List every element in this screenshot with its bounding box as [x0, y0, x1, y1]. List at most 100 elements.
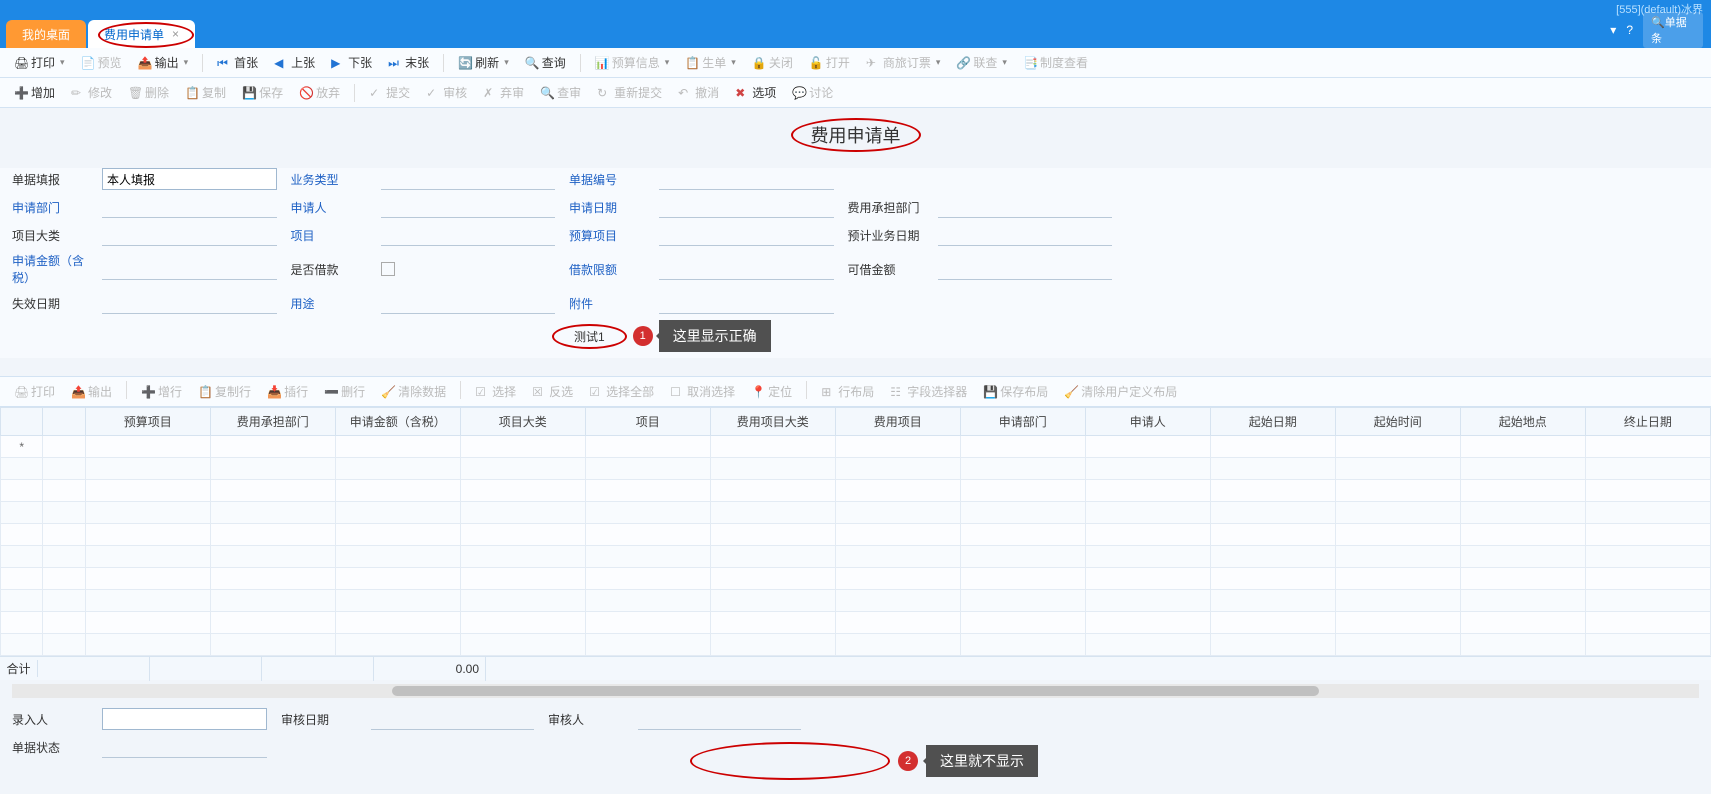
dropdown-icon[interactable]: ▾: [1610, 23, 1616, 37]
form-input[interactable]: [381, 196, 556, 218]
gt-item-3: ➕增行: [135, 381, 188, 402]
table-row[interactable]: [1, 502, 1711, 524]
annotation-badge: 1: [633, 326, 653, 346]
column-header[interactable]: 起始时间: [1335, 408, 1460, 436]
form-label[interactable]: 单据编号: [569, 171, 659, 188]
form-label[interactable]: 申请日期: [569, 199, 659, 216]
toolbar-icon: 💬: [792, 86, 806, 100]
toolbar-icon: 🚫: [299, 86, 313, 100]
form-input[interactable]: [938, 258, 1113, 280]
form-input[interactable]: [102, 224, 277, 246]
column-header[interactable]: 起始日期: [1210, 408, 1335, 436]
form-label[interactable]: 项目: [291, 227, 381, 244]
form-label[interactable]: 业务类型: [291, 171, 381, 188]
form-input[interactable]: [381, 224, 556, 246]
horizontal-scrollbar[interactable]: [12, 684, 1699, 698]
tb1-item-4[interactable]: ⏮首张: [211, 52, 264, 73]
table-row[interactable]: [1, 524, 1711, 546]
column-header[interactable]: 申请部门: [960, 408, 1085, 436]
form-input[interactable]: [659, 224, 834, 246]
form-input[interactable]: [102, 168, 277, 190]
gt-item-16: ☷字段选择器: [884, 381, 973, 402]
toolbar-icon: 📥: [267, 385, 281, 399]
tb2-item-0[interactable]: ➕增加: [8, 82, 61, 103]
tb1-item-6[interactable]: ▶下张: [325, 52, 378, 73]
form-row: 附件: [569, 292, 834, 314]
table-row[interactable]: [1, 458, 1711, 480]
column-header[interactable]: 费用项目: [835, 408, 960, 436]
column-header[interactable]: 申请人: [1085, 408, 1210, 436]
form-input[interactable]: [102, 258, 277, 280]
table-row[interactable]: [1, 546, 1711, 568]
form-input[interactable]: [659, 168, 834, 190]
form-input[interactable]: [938, 224, 1113, 246]
scrollbar-thumb[interactable]: [392, 686, 1320, 696]
grid-toolbar: 🖨打印📤输出➕增行📋复制行📥插行➖删行🧹清除数据☑选择☒反选☑选择全部☐取消选择…: [0, 376, 1711, 407]
column-header[interactable]: 费用项目大类: [710, 408, 835, 436]
form-input[interactable]: [102, 196, 277, 218]
annotation-badge-2: 2: [898, 751, 918, 771]
tb1-item-2[interactable]: 📤输出: [132, 52, 195, 73]
form-label[interactable]: 预算项目: [569, 227, 659, 244]
table-row[interactable]: *: [1, 436, 1711, 458]
tb1-item-0[interactable]: 🖨打印: [8, 52, 71, 73]
form-label[interactable]: 附件: [569, 295, 659, 312]
table-row[interactable]: [1, 480, 1711, 502]
help-icon[interactable]: ?: [1626, 23, 1633, 37]
tb1-item-7[interactable]: ⏭末张: [382, 52, 435, 73]
form-input[interactable]: [659, 292, 834, 314]
form-input[interactable]: [371, 708, 534, 730]
global-search[interactable]: 🔍单据条: [1643, 12, 1703, 48]
tb1-item-5[interactable]: ◀上张: [268, 52, 321, 73]
table-row[interactable]: [1, 634, 1711, 656]
form-row: 可借金额: [848, 252, 1113, 286]
form-row: 费用承担部门: [848, 196, 1113, 218]
tb2-item-13[interactable]: ✖选项: [729, 82, 782, 103]
form-label[interactable]: 申请金额（含税）: [12, 252, 102, 286]
grid-container: 预算项目费用承担部门申请金额（含税）项目大类项目费用项目大类费用项目申请部门申请…: [0, 407, 1711, 656]
form-row: 是否借款: [291, 252, 556, 286]
form-label[interactable]: 申请人: [291, 199, 381, 216]
form-input[interactable]: [102, 292, 277, 314]
checkbox[interactable]: [381, 262, 395, 276]
toolbar-icon: ↶: [678, 86, 692, 100]
form-label[interactable]: 用途: [291, 295, 381, 312]
column-header[interactable]: 费用承担部门: [210, 408, 335, 436]
toolbar-icon: ✓: [369, 86, 383, 100]
tab-my-desktop[interactable]: 我的桌面: [6, 20, 86, 48]
form-area: 单据填报业务类型单据编号申请部门申请人申请日期费用承担部门项目大类项目预算项目预…: [0, 168, 1711, 358]
tab-expense-request[interactable]: 费用申请单 ×: [88, 20, 195, 48]
column-header[interactable]: 项目: [585, 408, 710, 436]
form-input[interactable]: [102, 736, 267, 758]
toolbar-icon: 🖨: [14, 56, 28, 70]
form-input[interactable]: [659, 196, 834, 218]
toolbar-icon: ✈: [866, 56, 880, 70]
table-row[interactable]: [1, 568, 1711, 590]
table-row[interactable]: [1, 612, 1711, 634]
form-label[interactable]: 申请部门: [12, 199, 102, 216]
column-header[interactable]: 预算项目: [85, 408, 210, 436]
column-header[interactable]: 终止日期: [1585, 408, 1710, 436]
annotation-empty-ellipse: [690, 742, 890, 780]
form-input[interactable]: [638, 708, 801, 730]
column-header[interactable]: 项目大类: [460, 408, 585, 436]
toolbar-icon: 💾: [242, 86, 256, 100]
page-title-container: 费用申请单: [0, 108, 1711, 168]
column-header[interactable]: 起始地点: [1460, 408, 1585, 436]
annotation-1: 测试1 1 这里显示正确: [552, 320, 1699, 352]
tb1-item-9[interactable]: 🔄刷新: [452, 52, 515, 73]
form-input[interactable]: [381, 168, 556, 190]
tb1-item-10[interactable]: 🔍查询: [519, 52, 572, 73]
form-label: 审核人: [548, 711, 638, 728]
data-grid[interactable]: 预算项目费用承担部门申请金额（含税）项目大类项目费用项目大类费用项目申请部门申请…: [0, 407, 1711, 656]
close-icon[interactable]: ×: [172, 27, 179, 41]
form-label[interactable]: 借款限额: [569, 261, 659, 278]
form-input[interactable]: [938, 196, 1113, 218]
form-input[interactable]: [659, 258, 834, 280]
form-input[interactable]: [102, 708, 267, 730]
column-header[interactable]: 申请金额（含税）: [335, 408, 460, 436]
form-input[interactable]: [381, 292, 556, 314]
table-row[interactable]: [1, 590, 1711, 612]
gt-item-0: 🖨打印: [8, 381, 61, 402]
tabbar: 我的桌面 费用申请单 × ▾ ? 🔍单据条: [0, 18, 1711, 48]
